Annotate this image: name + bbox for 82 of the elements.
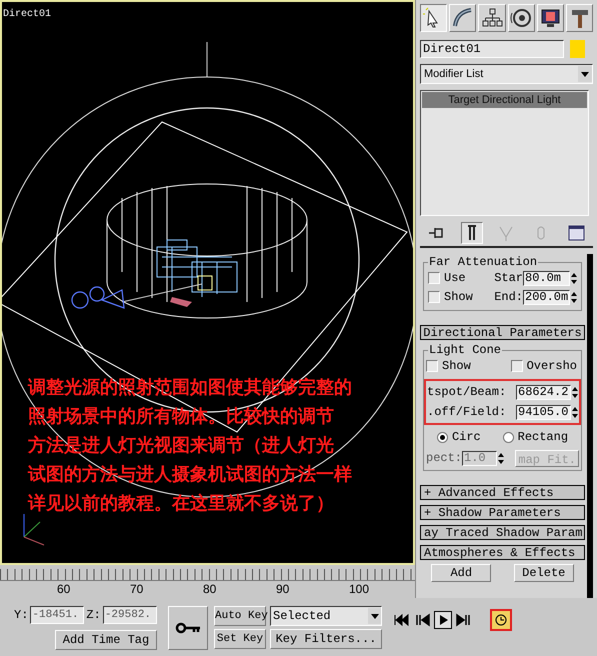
spinner-field[interactable]: 80.0m bbox=[523, 270, 570, 286]
field-label: End: bbox=[494, 289, 523, 306]
field-label: pect: bbox=[426, 450, 462, 467]
field-label: Star bbox=[494, 270, 523, 287]
checkbox-label: Show bbox=[442, 358, 471, 375]
spinner-arrows-icon[interactable] bbox=[571, 404, 578, 420]
stack-item[interactable]: Target Directional Light bbox=[422, 92, 587, 108]
prev-icon bbox=[414, 612, 430, 628]
modify-icon bbox=[452, 7, 474, 29]
key-filters-button[interactable]: Key Filters... bbox=[270, 629, 382, 649]
key-icon bbox=[175, 622, 201, 634]
checkbox[interactable] bbox=[428, 272, 440, 284]
configure-icon bbox=[566, 223, 586, 243]
radio-button[interactable] bbox=[436, 432, 448, 442]
spinner-field[interactable]: 68624.2 bbox=[516, 384, 571, 400]
spinner-field[interactable]: 94105.0 bbox=[516, 404, 571, 420]
modify-tab[interactable] bbox=[449, 4, 476, 32]
checkbox[interactable] bbox=[428, 291, 440, 303]
spinner-arrows-icon[interactable] bbox=[570, 270, 577, 286]
atmosphere-button[interactable]: Add bbox=[431, 564, 492, 582]
rollout-header[interactable]: + Advanced Effects bbox=[420, 485, 585, 500]
hierarchy-icon bbox=[480, 7, 503, 29]
add-time-tag-button[interactable]: Add Time Tag bbox=[55, 630, 157, 650]
rollout-header[interactable]: Atmospheres & Effects bbox=[420, 545, 585, 560]
modifier-list-dropdown[interactable]: Modifier List bbox=[420, 64, 593, 84]
radio-label: Circ bbox=[452, 429, 481, 446]
coordinate-field[interactable]: -18451. bbox=[30, 606, 84, 624]
tick-label: 80 bbox=[203, 582, 216, 596]
timeline-ruler[interactable] bbox=[0, 569, 415, 581]
display-icon bbox=[539, 7, 562, 29]
object-color-swatch[interactable] bbox=[570, 40, 585, 58]
rollout-header[interactable]: ay Traced Shadow Param bbox=[420, 525, 585, 540]
rollout-header[interactable]: Directional Parameters bbox=[420, 325, 585, 340]
target-marker-icon bbox=[170, 297, 192, 307]
tick-label: 70 bbox=[130, 582, 144, 596]
spinner-arrows-icon[interactable] bbox=[497, 450, 504, 466]
auto-key-button[interactable]: Auto Key bbox=[214, 606, 266, 626]
set-key-button[interactable]: Set Key bbox=[214, 629, 266, 649]
radio-label: Rectang bbox=[518, 429, 568, 446]
field-label: .off/Field: bbox=[427, 404, 506, 421]
time-config-button[interactable] bbox=[490, 609, 512, 631]
utilities-tab[interactable] bbox=[566, 4, 594, 32]
axis-gizmo-icon bbox=[24, 514, 44, 546]
rollout-header[interactable]: + Shadow Parameters bbox=[420, 505, 585, 520]
next-button[interactable] bbox=[455, 611, 473, 629]
next-icon bbox=[456, 612, 472, 628]
show-end-button[interactable] bbox=[460, 222, 483, 244]
checkbox[interactable] bbox=[426, 360, 438, 372]
spinner-arrows-icon[interactable] bbox=[570, 290, 577, 304]
viewport-label: Direct01 bbox=[3, 10, 52, 20]
first-icon bbox=[393, 612, 409, 628]
spinner-arrows-icon[interactable] bbox=[571, 384, 578, 400]
tick-label: 90 bbox=[276, 582, 290, 596]
group-title: Light Cone bbox=[428, 343, 502, 357]
object-name-field[interactable]: Direct01 bbox=[420, 40, 564, 58]
play-button[interactable] bbox=[434, 611, 452, 629]
checkbox-label: Use bbox=[444, 270, 466, 287]
coordinate-label: Z: bbox=[86, 607, 101, 624]
coordinate-label: Y: bbox=[14, 607, 28, 624]
field-label: tspot/Beam: bbox=[427, 384, 506, 401]
tick-label: 60 bbox=[57, 582, 70, 596]
display-tab[interactable] bbox=[536, 4, 564, 32]
spinner-field[interactable]: 200.0m bbox=[523, 290, 570, 304]
radio-button[interactable] bbox=[502, 432, 514, 442]
hierarchy-tab[interactable] bbox=[478, 4, 506, 32]
scroll-bar[interactable] bbox=[587, 254, 593, 598]
clock-icon bbox=[494, 613, 508, 627]
motion-icon bbox=[510, 7, 532, 29]
annotation-text: 详见以前的教程。在这里就不多说了） bbox=[28, 492, 335, 515]
tick-label: 100 bbox=[349, 582, 370, 596]
create-tab[interactable] bbox=[420, 4, 448, 32]
atmosphere-button[interactable]: Delete bbox=[514, 564, 574, 582]
checkbox[interactable] bbox=[510, 360, 523, 372]
checkbox-label: Show bbox=[444, 289, 473, 306]
motion-tab[interactable] bbox=[508, 4, 535, 32]
first-button[interactable] bbox=[392, 611, 410, 629]
coordinate-field[interactable]: -29582. bbox=[102, 606, 157, 624]
checkbox-label: Oversho bbox=[526, 358, 577, 375]
target-line bbox=[206, 42, 208, 78]
key-button[interactable] bbox=[168, 606, 208, 650]
key-mode-dropdown[interactable]: Selected bbox=[270, 606, 382, 626]
light-icon bbox=[71, 286, 125, 309]
